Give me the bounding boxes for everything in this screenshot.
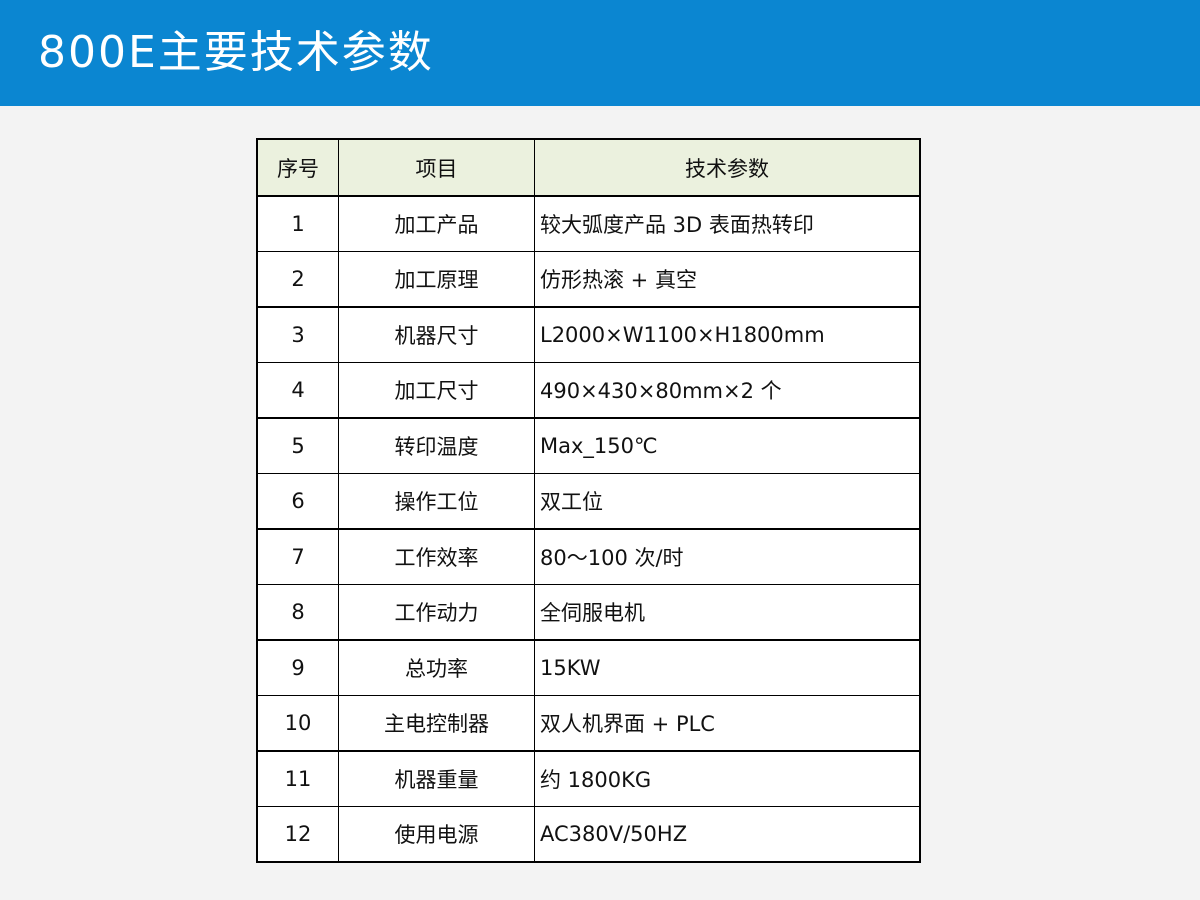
- row-number: 6: [256, 473, 339, 530]
- row-item: 总功率: [338, 639, 535, 696]
- row-spec: 较大弧度产品 3D 表面热转印: [534, 195, 921, 252]
- row-number: 1: [256, 195, 339, 252]
- table-row: 10 主电控制器 双人机界面 + PLC: [256, 695, 921, 752]
- row-spec: AC380V/50HZ: [534, 806, 921, 863]
- table-row: 7 工作效率 80～100 次/时: [256, 528, 921, 585]
- row-spec: Max_150℃: [534, 417, 921, 474]
- row-item: 加工原理: [338, 251, 535, 308]
- header-item: 项目: [338, 138, 535, 197]
- row-number: 3: [256, 306, 339, 363]
- row-spec: 80～100 次/时: [534, 528, 921, 585]
- header-no: 序号: [256, 138, 339, 197]
- row-item: 工作动力: [338, 584, 535, 641]
- row-number: 10: [256, 695, 339, 752]
- table-row: 8 工作动力 全伺服电机: [256, 584, 921, 641]
- table-row: 9 总功率 15KW: [256, 639, 921, 696]
- table-row: 2 加工原理 仿形热滚 + 真空: [256, 251, 921, 308]
- row-item: 工作效率: [338, 528, 535, 585]
- spec-table: 序号 项目 技术参数 1 加工产品 较大弧度产品 3D 表面热转印 2 加工原理 仿形热滚…: [256, 138, 921, 863]
- row-spec: L2000×W1100×H1800mm: [534, 306, 921, 363]
- row-number: 5: [256, 417, 339, 474]
- row-number: 8: [256, 584, 339, 641]
- table-body: 1 加工产品 较大弧度产品 3D 表面热转印 2 加工原理 仿形热滚 + 真空 3 机器尺寸 L…: [256, 195, 921, 863]
- row-spec: 15KW: [534, 639, 921, 696]
- row-item: 使用电源: [338, 806, 535, 863]
- row-number: 9: [256, 639, 339, 696]
- header-spec: 技术参数: [534, 138, 921, 197]
- row-number: 12: [256, 806, 339, 863]
- row-spec: 490×430×80mm×2 个: [534, 362, 921, 419]
- row-item: 加工产品: [338, 195, 535, 252]
- row-number: 4: [256, 362, 339, 419]
- row-item: 操作工位: [338, 473, 535, 530]
- row-item: 加工尺寸: [338, 362, 535, 419]
- row-item: 机器重量: [338, 750, 535, 807]
- row-spec: 约 1800KG: [534, 750, 921, 807]
- row-spec: 全伺服电机: [534, 584, 921, 641]
- row-number: 2: [256, 251, 339, 308]
- table-row: 12 使用电源 AC380V/50HZ: [256, 806, 921, 863]
- table-row: 4 加工尺寸 490×430×80mm×2 个: [256, 362, 921, 419]
- table-row: 1 加工产品 较大弧度产品 3D 表面热转印: [256, 195, 921, 252]
- row-number: 7: [256, 528, 339, 585]
- table-header-row: 序号 项目 技术参数: [256, 138, 921, 197]
- row-number: 11: [256, 750, 339, 807]
- slide-title: 800E主要技术参数: [38, 27, 434, 78]
- table-row: 3 机器尺寸 L2000×W1100×H1800mm: [256, 306, 921, 363]
- row-spec: 双工位: [534, 473, 921, 530]
- table-row: 5 转印温度 Max_150℃: [256, 417, 921, 474]
- table-row: 6 操作工位 双工位: [256, 473, 921, 530]
- row-item: 主电控制器: [338, 695, 535, 752]
- row-spec: 仿形热滚 + 真空: [534, 251, 921, 308]
- title-bar: 800E主要技术参数: [0, 0, 1200, 106]
- row-item: 机器尺寸: [338, 306, 535, 363]
- row-item: 转印温度: [338, 417, 535, 474]
- row-spec: 双人机界面 + PLC: [534, 695, 921, 752]
- table-row: 11 机器重量约 1800KG: [256, 750, 921, 807]
